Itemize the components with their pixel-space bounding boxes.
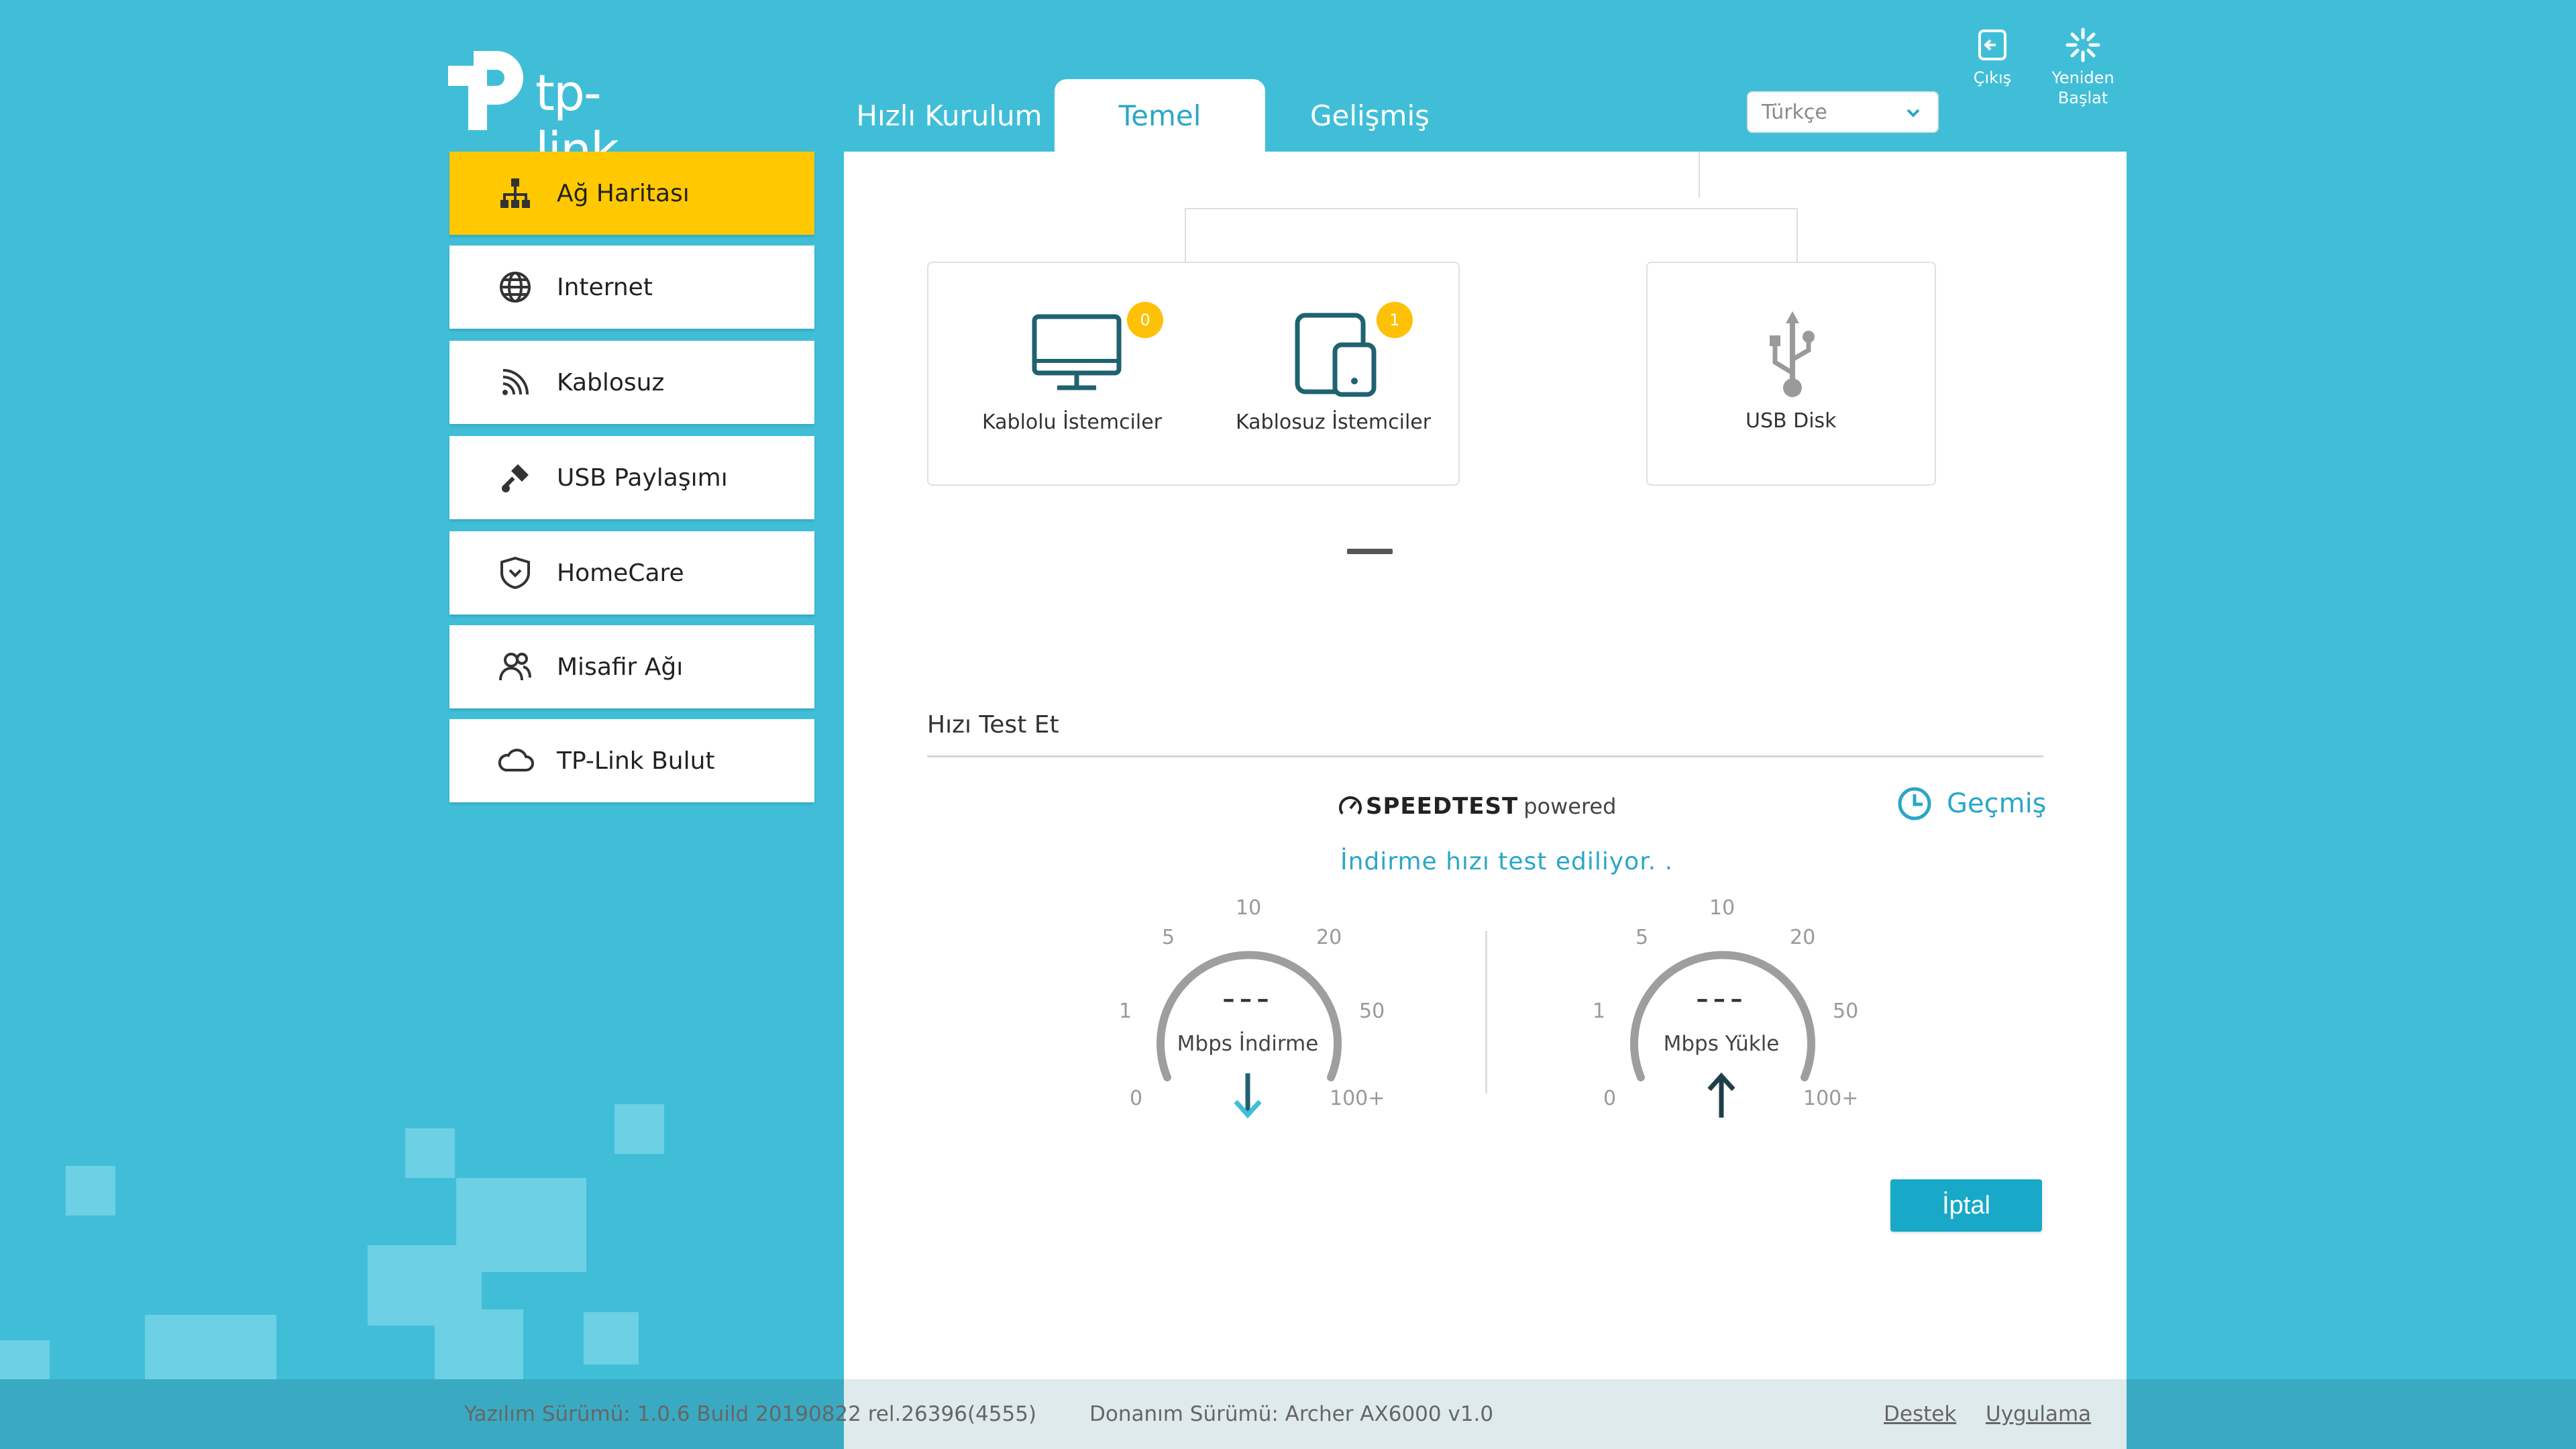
logout-button[interactable]: Çıkış <box>1967 27 2018 88</box>
cloud-icon <box>496 742 534 780</box>
sidebar-item-usb-sharing[interactable]: USB Paylaşımı <box>449 436 814 519</box>
reboot-label-line1: Yeniden <box>2051 68 2114 87</box>
connector-line <box>1185 208 1798 209</box>
reboot-label-line2: Başlat <box>2057 89 2108 107</box>
tablet-phone-icon <box>1295 313 1377 397</box>
sidebar-item-label: HomeCare <box>557 559 684 587</box>
section-divider <box>927 755 2043 757</box>
tp-link-logo-icon <box>448 51 523 130</box>
upload-value: --- <box>1695 977 1748 1019</box>
support-link[interactable]: Destek <box>1884 1402 1956 1426</box>
sidebar-item-wireless[interactable]: Kablosuz <box>449 341 814 424</box>
download-value: --- <box>1222 977 1274 1019</box>
history-link[interactable]: Geçmiş <box>1896 785 2047 822</box>
speedtest-title: Hızı Test Et <box>927 711 1059 739</box>
sidebar-item-label: Ağ Haritası <box>557 179 690 207</box>
speedtest-status: İndirme hızı test ediliyor. . <box>1340 848 1674 875</box>
download-scale-20: 20 <box>1316 926 1342 949</box>
language-selected-value: Türkçe <box>1762 100 1827 124</box>
globe-icon <box>496 268 534 306</box>
wired-clients-count-badge: 0 <box>1127 302 1163 338</box>
tp-link-logo: tp-link <box>448 46 676 180</box>
cancel-button[interactable]: İptal <box>1890 1179 2042 1232</box>
monitor-icon <box>1032 314 1122 390</box>
sidebar-item-label: TP-Link Bulut <box>557 747 715 775</box>
logout-icon <box>1978 30 2006 60</box>
download-unit-label: Mbps İndirme <box>1177 1032 1319 1056</box>
sidebar-item-homecare[interactable]: HomeCare <box>449 531 814 614</box>
reboot-button[interactable]: Yeniden Başlat <box>2039 27 2127 108</box>
usb-share-icon <box>496 459 534 496</box>
background-decoration <box>435 1309 523 1379</box>
firmware-version: Yazılım Sürümü: 1.0.6 Build 20190822 rel… <box>464 1402 1037 1426</box>
clock-icon <box>1898 787 1931 820</box>
upload-arrow-icon <box>1707 1072 1735 1118</box>
sidebar-item-label: USB Paylaşımı <box>557 464 728 492</box>
wireless-clients-count-badge: 1 <box>1377 302 1413 338</box>
tab-advanced[interactable]: Gelişmiş <box>1288 79 1452 152</box>
background-decoration <box>584 1312 639 1364</box>
wireless-clients-label: Kablosuz İstemciler <box>1236 411 1432 434</box>
shield-icon <box>496 554 534 592</box>
upload-scale-0: 0 <box>1603 1087 1617 1110</box>
usb-disk-label: USB Disk <box>1746 409 1837 433</box>
sidebar-item-label: Misafir Ağı <box>557 653 684 681</box>
wireless-icon <box>496 364 534 401</box>
sidebar-item-cloud[interactable]: TP-Link Bulut <box>449 719 814 802</box>
network-map-icon <box>496 174 534 212</box>
connector-line <box>1699 152 1700 197</box>
upload-scale-10: 10 <box>1709 896 1735 920</box>
sidebar-item-guest-network[interactable]: Misafir Ağı <box>449 625 814 708</box>
chevron-down-icon <box>1907 109 1920 117</box>
upload-unit-label: Mbps Yükle <box>1663 1032 1780 1056</box>
usb-icon <box>1770 311 1815 397</box>
reboot-icon <box>2065 28 2100 62</box>
sidebar-item-label: Kablosuz <box>557 368 665 396</box>
download-scale-5: 5 <box>1162 926 1175 949</box>
logout-label: Çıkış <box>1973 68 2012 87</box>
tab-basic[interactable]: Temel <box>1055 79 1265 152</box>
speedtest-brand-text: SPEEDTEST <box>1366 793 1519 820</box>
upload-gauge: 0 1 5 10 20 50 100+ --- Mbps Yükle <box>1587 896 1859 1124</box>
usb-disk-card[interactable]: USB Disk <box>1646 262 1936 486</box>
connector-line <box>1185 208 1186 262</box>
upload-scale-20: 20 <box>1790 926 1816 949</box>
hardware-version: Donanım Sürümü: Archer AX6000 v1.0 <box>1089 1402 1494 1426</box>
tab-quick-setup[interactable]: Hızlı Kurulum <box>852 79 1046 152</box>
loading-indicator <box>1347 549 1393 554</box>
download-gauge: 0 1 5 10 20 50 100+ --- Mbps İndirme <box>1114 896 1385 1124</box>
download-scale-10: 10 <box>1236 896 1262 920</box>
connector-line <box>1796 208 1798 262</box>
background-decoration <box>614 1104 664 1154</box>
history-label: Geçmiş <box>1947 788 2047 819</box>
upload-scale-5: 5 <box>1635 926 1649 949</box>
download-arrow-icon <box>1234 1073 1262 1119</box>
gauge-divider <box>1485 931 1487 1093</box>
sidebar-item-internet[interactable]: Internet <box>449 246 814 329</box>
wired-clients-label: Kablolu İstemciler <box>982 411 1163 434</box>
app-link[interactable]: Uygulama <box>1986 1402 2091 1426</box>
background-decoration <box>145 1315 276 1379</box>
guest-users-icon <box>496 648 534 686</box>
language-select[interactable]: Türkçe <box>1747 91 1939 133</box>
sidebar-item-network-map[interactable]: Ağ Haritası <box>449 152 814 235</box>
background-decoration <box>405 1128 455 1178</box>
speedtest-brand: SPEEDTEST powered <box>1338 793 1616 820</box>
sidebar-item-label: Internet <box>557 273 653 301</box>
background-decoration <box>66 1166 115 1216</box>
wired-clients-button[interactable]: 0 Kablolu İstemciler <box>966 295 1187 449</box>
download-scale-0: 0 <box>1130 1087 1143 1110</box>
speedtest-brand-suffix: powered <box>1523 794 1617 819</box>
upload-scale-100: 100+ <box>1803 1087 1859 1110</box>
speedtest-gauge-icon <box>1339 796 1362 815</box>
wireless-clients-button[interactable]: 1 Kablosuz İstemciler <box>1228 295 1449 449</box>
download-scale-100: 100+ <box>1330 1087 1385 1110</box>
background-decoration <box>0 1340 50 1379</box>
